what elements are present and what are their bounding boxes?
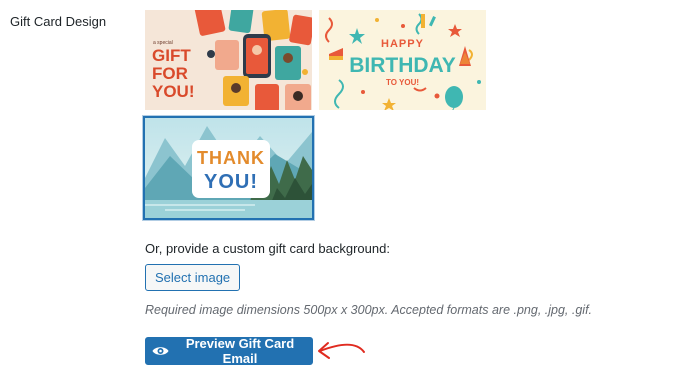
gift-line-1: GIFT xyxy=(152,46,191,65)
birthday-line-1: HAPPY xyxy=(381,38,424,50)
gift-card-settings: Gift Card Design a special GIFT FOR YOU!… xyxy=(0,0,680,372)
design-option-happy-birthday[interactable]: HAPPY BIRTHDAY TO YOU! xyxy=(319,10,486,110)
custom-background-prompt: Or, provide a custom gift card backgroun… xyxy=(145,241,390,256)
design-option-gift-for-you[interactable]: a special GIFT FOR YOU! xyxy=(145,10,312,110)
gift-card-image: a special GIFT FOR YOU! xyxy=(145,10,312,110)
thank-you-card-image: THANK YOU! xyxy=(145,118,312,218)
gift-card-design-label: Gift Card Design xyxy=(10,14,107,29)
preview-gift-card-email-button[interactable]: Preview Gift Card Email xyxy=(145,336,313,366)
thanks-line-2: YOU! xyxy=(204,171,258,193)
thanks-line-1: THANK xyxy=(197,148,265,168)
birthday-line-3: TO YOU! xyxy=(386,78,419,87)
design-option-thank-you[interactable]: THANK YOU! xyxy=(143,116,314,220)
preview-button-label: Preview Gift Card Email xyxy=(185,336,295,366)
select-image-button[interactable]: Select image xyxy=(145,264,241,291)
birthday-card-image: HAPPY BIRTHDAY TO YOU! xyxy=(319,10,486,110)
gift-line-2: FOR xyxy=(152,64,188,83)
image-requirements-hint: Required image dimensions 500px x 300px.… xyxy=(145,303,593,317)
annotation-arrow-icon xyxy=(318,342,365,359)
birthday-line-2: BIRTHDAY xyxy=(349,54,456,77)
gift-line-3: YOU! xyxy=(152,82,195,101)
eye-icon xyxy=(152,345,169,357)
